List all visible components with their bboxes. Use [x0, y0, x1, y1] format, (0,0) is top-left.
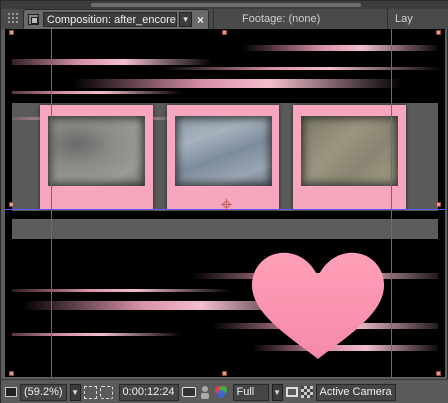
layer-handle[interactable] [222, 30, 227, 35]
background-band [12, 219, 438, 239]
frame-icon[interactable] [285, 387, 298, 397]
composition-panel: Composition: after_encore ▼ × Footage: (… [0, 0, 448, 403]
photo-sand [301, 116, 398, 186]
rgb-channel-icon[interactable] [214, 385, 228, 399]
layer-handle[interactable] [436, 371, 441, 376]
panel-scrollbar[interactable] [1, 1, 448, 9]
polaroid-frame [293, 105, 406, 210]
composition-name[interactable]: Composition: after_encore [42, 12, 178, 27]
magnification-menu[interactable]: (59.2%) [20, 383, 67, 401]
guide-line[interactable] [51, 29, 52, 377]
light-streak [12, 289, 232, 292]
timecode-display[interactable]: 0:00:12:24 [118, 383, 179, 401]
viewer-toolbar: (59.2%) ▼ 0:00:12:24 Full ▼ Active Camer… [1, 379, 448, 403]
tab-composition[interactable]: Composition: after_encore ▼ × [23, 9, 209, 29]
composition-dropdown-icon[interactable]: ▼ [179, 12, 192, 27]
heart-shape [251, 252, 385, 359]
anchor-point-icon[interactable] [221, 199, 232, 210]
grid-icon[interactable] [83, 385, 97, 399]
photo-rose [48, 116, 145, 186]
light-streak [12, 91, 182, 94]
layer-handle[interactable] [9, 371, 14, 376]
tab-divider [387, 9, 388, 29]
tab-layer-label: Lay [395, 13, 413, 25]
layer-handle[interactable] [9, 202, 14, 207]
light-streak [242, 45, 438, 51]
guide-line[interactable] [391, 29, 392, 377]
light-streak [162, 67, 438, 70]
chevron-down-icon[interactable]: ▼ [69, 383, 81, 401]
composition-viewer[interactable] [5, 29, 445, 377]
camera-icon[interactable] [181, 387, 196, 397]
layer-handle[interactable] [436, 30, 441, 35]
person-icon[interactable] [199, 385, 211, 399]
tab-footage-label: Footage: (none) [242, 13, 321, 25]
polaroid-frame [40, 105, 153, 210]
tab-footage[interactable]: Footage: (none) [242, 9, 320, 29]
resolution-menu[interactable]: Full [232, 383, 269, 401]
close-icon[interactable]: × [197, 13, 204, 27]
tab-divider [213, 9, 214, 29]
light-streak [12, 333, 182, 336]
region-of-interest-icon[interactable] [99, 385, 113, 399]
monitor-icon[interactable] [5, 387, 17, 397]
checkerboard-icon[interactable] [300, 386, 313, 398]
lock-icon[interactable] [28, 14, 39, 25]
photo-water [175, 116, 272, 186]
camera-view-menu[interactable]: Active Camera [315, 383, 396, 401]
grip-icon[interactable] [7, 12, 19, 25]
tab-layer[interactable]: Lay [395, 9, 413, 29]
light-streak [72, 79, 402, 88]
light-streak [12, 59, 212, 65]
layer-handle[interactable] [436, 202, 441, 207]
layer-handle[interactable] [9, 30, 14, 35]
polaroid-frame [167, 105, 279, 210]
layer-handle[interactable] [222, 371, 227, 376]
chevron-down-icon[interactable]: ▼ [271, 383, 283, 401]
panel-scroller-thumb[interactable] [91, 3, 361, 7]
tab-bar: Composition: after_encore ▼ × Footage: (… [1, 1, 448, 29]
